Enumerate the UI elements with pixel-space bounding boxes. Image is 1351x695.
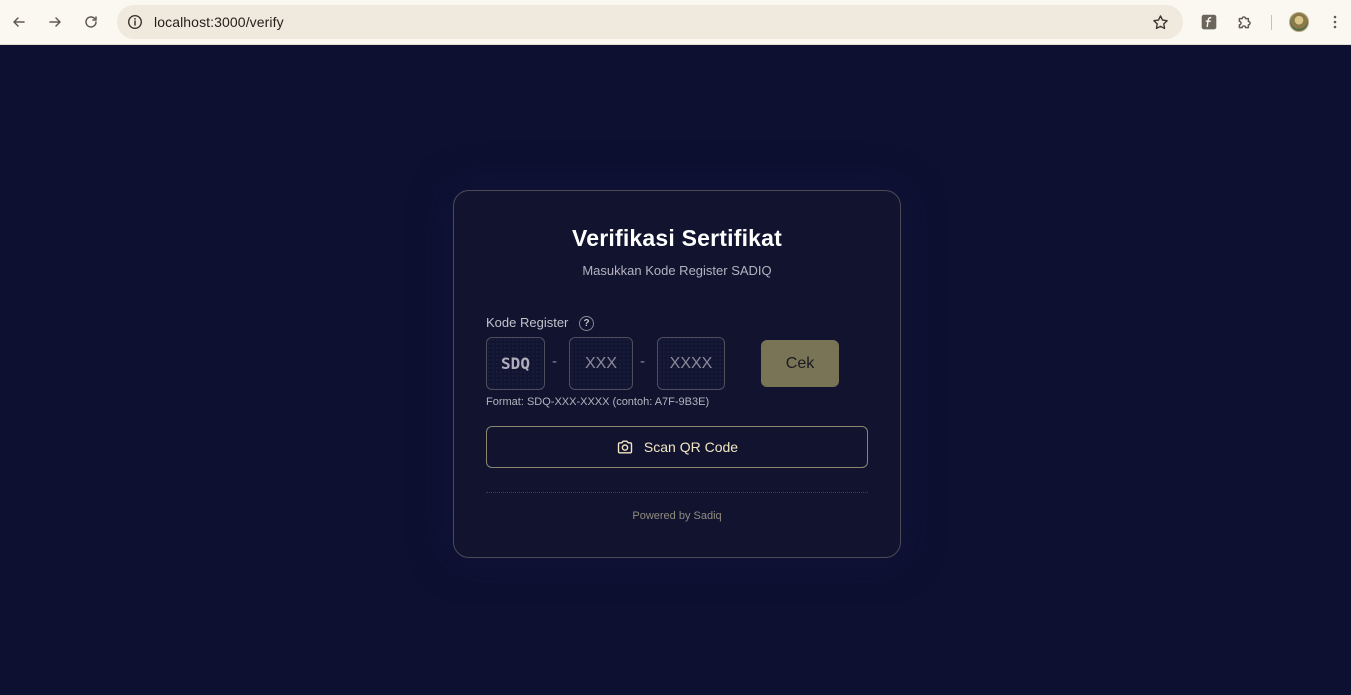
code-end-input[interactable]: XXXX (657, 337, 725, 390)
code-middle-input[interactable]: XXX (569, 337, 633, 390)
toolbar-divider (1271, 15, 1272, 30)
code-separator: - (552, 353, 557, 370)
code-separator: - (640, 353, 645, 370)
kebab-menu-icon[interactable] (1325, 12, 1345, 32)
help-icon[interactable]: ? (579, 316, 594, 331)
arrow-right-icon[interactable] (44, 11, 66, 33)
powered-by-text: Powered by Sadiq (632, 510, 722, 522)
camera-icon (616, 438, 634, 456)
browser-toolbar: localhost:3000/verify (0, 0, 1351, 45)
address-bar[interactable]: localhost:3000/verify (117, 5, 1183, 39)
code-prefix: SDQ (486, 337, 545, 390)
page-background: Verifikasi Sertifikat Masukkan Kode Regi… (0, 46, 1351, 695)
footer-divider (486, 492, 868, 493)
scan-qr-button[interactable]: Scan QR Code (486, 426, 868, 468)
star-icon[interactable] (1151, 13, 1169, 31)
reload-icon[interactable] (80, 11, 102, 33)
format-hint: Format: SDQ-XXX-XXXX (contoh: A7F-9B3E) (486, 396, 710, 408)
profile-avatar[interactable] (1289, 12, 1309, 32)
check-button[interactable]: Cek (761, 340, 839, 387)
url-text[interactable]: localhost:3000/verify (154, 14, 284, 30)
page-subtitle: Masukkan Kode Register SADIQ (582, 263, 772, 278)
font-extension-icon[interactable] (1199, 12, 1219, 32)
arrow-left-icon[interactable] (8, 11, 30, 33)
scan-qr-label: Scan QR Code (643, 439, 739, 455)
register-code-label: Kode Register (486, 315, 569, 330)
page-title: Verifikasi Sertifikat (571, 225, 783, 251)
puzzle-icon[interactable] (1235, 12, 1255, 32)
info-icon[interactable] (126, 13, 144, 31)
verify-card: Verifikasi Sertifikat Masukkan Kode Regi… (453, 190, 901, 558)
